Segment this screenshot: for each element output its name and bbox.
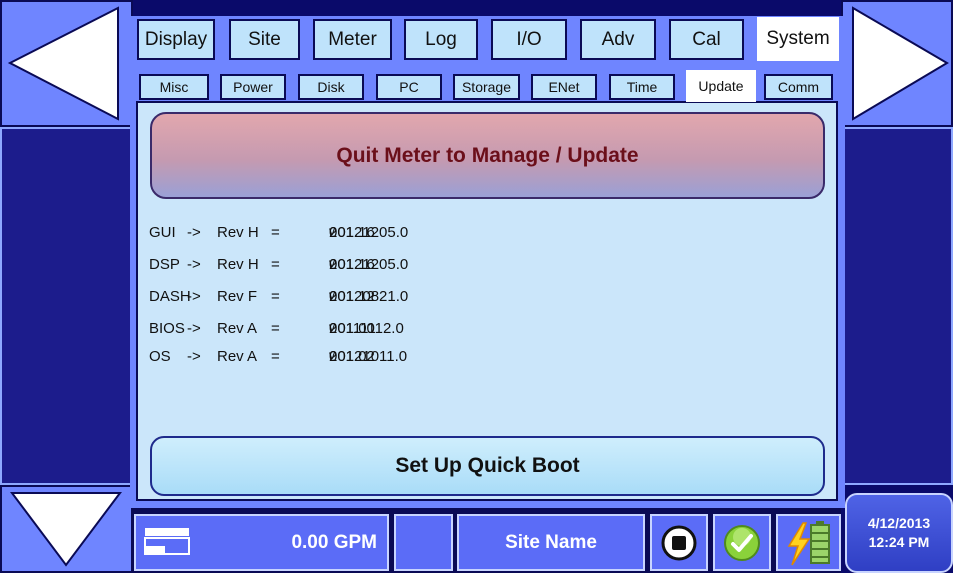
display-mode-icon <box>144 528 190 555</box>
component-name: BIOS <box>149 320 185 337</box>
equals-sign: = <box>271 256 280 273</box>
arrow-text: -> <box>187 320 201 337</box>
quick-boot-button[interactable]: Set Up Quick Boot <box>150 436 825 496</box>
revision: Rev F <box>217 288 258 305</box>
equals-sign: = <box>271 320 280 337</box>
status-ok-button[interactable] <box>713 514 771 571</box>
flow-rate-readout: 0.00 GPM <box>291 531 377 553</box>
arrow-text: -> <box>187 256 201 273</box>
stop-button[interactable] <box>650 514 708 571</box>
arrow-text: -> <box>187 224 201 241</box>
subtab-time[interactable]: Time <box>609 74 675 100</box>
component-name: OS <box>149 348 171 365</box>
right-side-panel <box>841 127 953 485</box>
component-name: GUI <box>149 224 176 241</box>
revision: Rev H <box>217 256 259 273</box>
subtab-disk[interactable]: Disk <box>298 74 364 100</box>
tab-meter[interactable]: Meter <box>313 19 392 60</box>
arrow-down-icon <box>10 492 122 567</box>
build-date: 20121205.0 <box>329 224 409 241</box>
revision: Rev A <box>217 320 258 337</box>
equals-sign: = <box>271 224 280 241</box>
arrow-text: -> <box>187 348 201 365</box>
power-battery-icon <box>787 520 830 565</box>
arrow-right-icon <box>852 6 949 121</box>
arrow-left-icon <box>7 6 119 121</box>
subtab-misc[interactable]: Misc <box>139 74 209 100</box>
prev-page-button[interactable] <box>0 0 133 127</box>
scroll-down-button[interactable] <box>0 485 133 573</box>
equals-sign: = <box>271 348 280 365</box>
build-date: 20121205.0 <box>329 256 409 273</box>
tab-io[interactable]: I/O <box>491 19 567 60</box>
site-name-button[interactable]: Site Name <box>457 514 645 571</box>
equals-sign: = <box>271 288 280 305</box>
display-mode-button[interactable]: 0.00 GPM <box>134 514 389 571</box>
date-label: 4/12/2013 <box>867 515 931 531</box>
revision: Rev A <box>217 348 258 365</box>
tab-adv[interactable]: Adv <box>580 19 656 60</box>
subtab-pc[interactable]: PC <box>376 74 442 100</box>
power-status-button[interactable] <box>776 514 841 571</box>
tab-site[interactable]: Site <box>229 19 300 60</box>
status-spacer <box>394 514 453 571</box>
subtab-power[interactable]: Power <box>220 74 286 100</box>
tab-system[interactable]: System <box>757 17 839 61</box>
left-side-panel <box>0 127 133 485</box>
subtab-update[interactable]: Update <box>686 70 756 102</box>
subtab-storage[interactable]: Storage <box>453 74 520 100</box>
subtab-enet[interactable]: ENet <box>531 74 597 100</box>
date-time-display[interactable]: 4/12/2013 12:24 PM <box>845 493 953 573</box>
tab-log[interactable]: Log <box>404 19 478 60</box>
site-name-label: Site Name <box>505 531 597 553</box>
quit-meter-button[interactable]: Quit Meter to Manage / Update <box>150 112 825 199</box>
tab-display[interactable]: Display <box>137 19 215 60</box>
ok-check-icon <box>724 524 760 561</box>
build-date: 20111112.0 <box>329 320 404 337</box>
arrow-text: -> <box>187 288 201 305</box>
tab-cal[interactable]: Cal <box>669 19 744 60</box>
build-date: 20120821.0 <box>329 288 409 305</box>
component-name: DSP <box>149 256 180 273</box>
build-date: 20121011.0 <box>329 348 408 365</box>
revision: Rev H <box>217 224 259 241</box>
component-name: DASH <box>149 288 191 305</box>
next-page-button[interactable] <box>841 0 953 127</box>
time-label: 12:24 PM <box>868 534 930 550</box>
stop-icon <box>661 525 697 560</box>
subtab-comm[interactable]: Comm <box>764 74 833 100</box>
